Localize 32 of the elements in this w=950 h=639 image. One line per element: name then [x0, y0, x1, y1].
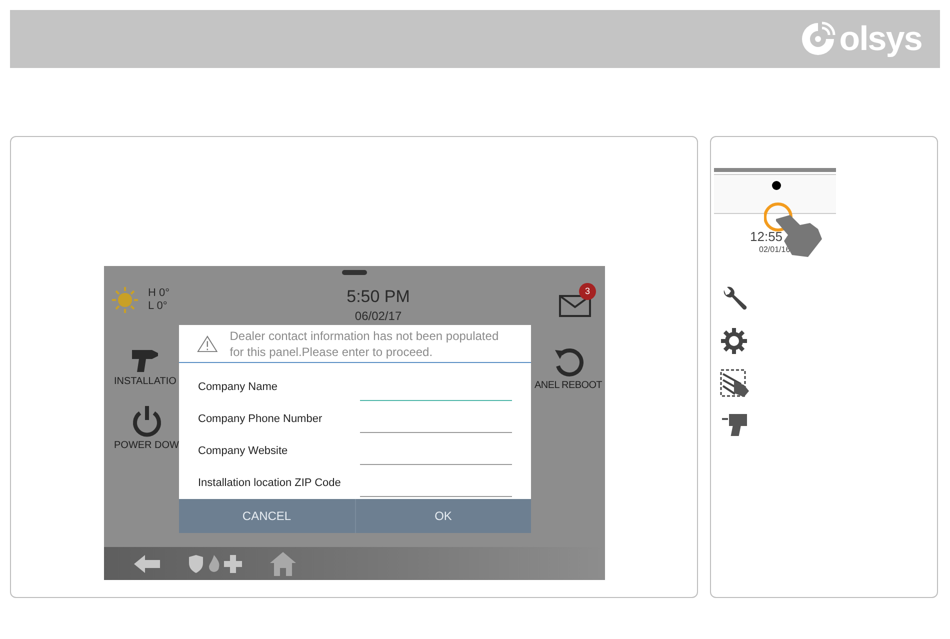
logo-text: olsys — [839, 22, 922, 56]
sun-icon — [112, 287, 138, 313]
dialog-button[interactable]: CANCEL — [179, 499, 354, 533]
shield-icon[interactable] — [188, 554, 204, 572]
notification-badge: 3 — [579, 283, 596, 300]
clock-date: 02/01/16 — [759, 246, 790, 254]
flame-icon[interactable] — [208, 554, 220, 572]
pull-handle[interactable] — [342, 270, 367, 275]
panel-time: 5:50 PM — [346, 287, 410, 307]
clock-time: 12:55 — [750, 230, 783, 243]
back-arrow-icon[interactable] — [134, 554, 160, 572]
tile-label[interactable]: INSTALLATIO — [114, 377, 176, 387]
mail-icon[interactable] — [559, 295, 591, 317]
drill-icon — [720, 411, 750, 437]
field-label: Company Phone Number — [198, 412, 322, 427]
field-label: Company Website — [198, 444, 288, 459]
dialog-button[interactable]: OK — [354, 499, 531, 533]
reboot-icon — [552, 346, 584, 378]
high-temp: H 0° — [148, 287, 170, 300]
panel-date: 06/02/17 — [354, 308, 402, 325]
gear-icon — [720, 327, 748, 355]
power-icon — [130, 404, 162, 438]
dialog-message: Dealer contact information has not been populated for this panel.Please enter to proceed. — [230, 328, 500, 360]
home-icon[interactable] — [270, 552, 296, 576]
plus-icon[interactable] — [224, 554, 242, 572]
touch-grid-icon — [720, 369, 750, 397]
field-label: Company Name — [198, 380, 278, 395]
field-label: Installation location ZIP Code — [198, 476, 341, 491]
tile-label[interactable]: POWER DOW — [114, 441, 179, 451]
warning-icon — [197, 334, 218, 352]
low-temp: L 0° — [148, 300, 168, 313]
tile-label[interactable]: ANEL REBOOT — [534, 381, 602, 391]
